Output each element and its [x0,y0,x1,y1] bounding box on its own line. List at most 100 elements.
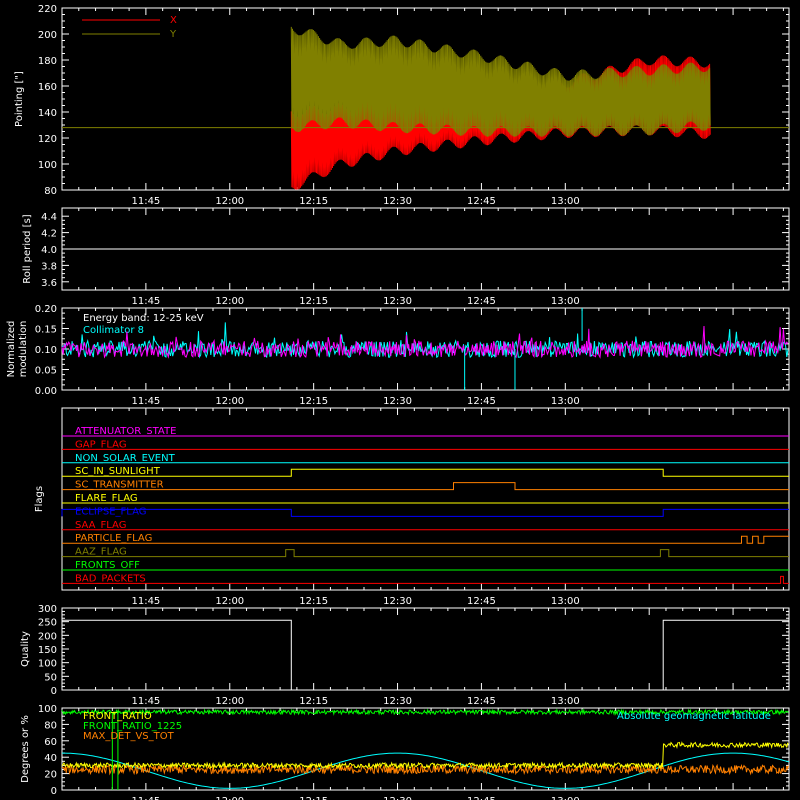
x-tick-label: 12:00 [215,696,244,707]
y-tick-label: 100 [38,704,57,715]
y-tick-label: 0.20 [35,304,57,315]
y-tick-label: 250 [38,618,57,629]
x-tick-label: 12:15 [299,296,328,307]
y-tick-label: 140 [38,108,57,119]
y-tick-label: 220 [38,4,57,15]
x-tick-label: 12:15 [299,396,328,407]
flags-ylabel: Flags [34,486,45,512]
y-tick-label: 0.10 [35,345,57,356]
flag-label: PARTICLE_FLAG [75,533,152,544]
legend-x-label: X [170,15,177,26]
x-tick-label: 11:45 [131,296,160,307]
collimator-annotation: Collimator 8 [83,325,144,336]
y-tick-label: 120 [38,134,57,145]
quality-series [62,619,789,691]
x-tick-label: 12:15 [299,796,328,800]
y-tick-label: 160 [38,82,57,93]
x-tick-label: 12:15 [299,596,328,607]
modulation-ylabel-1: Normalized [6,321,17,378]
flag-label: SAA_FLAG [75,520,126,531]
y-tick-label: 3.6 [41,278,57,289]
hessi-quicklook-chart: Pointing ["] X Y Roll period [s] Normali… [6,4,790,800]
flag-label: GAP_FLAG [75,439,127,450]
y-tick-label: 80 [44,720,57,731]
x-tick-label: 12:30 [383,196,412,207]
y-tick-label: 0.00 [35,386,57,397]
y-tick-label: 20 [44,770,57,781]
y-tick-label: 60 [44,737,57,748]
y-tick-label: 0 [51,686,57,697]
x-tick-label: 11:45 [131,196,160,207]
x-tick-label: 12:00 [215,396,244,407]
x-tick-label: 12:15 [299,696,328,707]
x-tick-label: 12:45 [467,796,496,800]
modulation-collimator-series [61,322,789,359]
flag-line [62,549,789,558]
x-tick-label: 13:00 [551,196,580,207]
y-tick-label: 4.2 [41,229,57,240]
y-tick-label: 0 [51,786,57,797]
x-tick-label: 12:30 [383,396,412,407]
y-tick-label: 80 [44,186,57,197]
flag-line [62,482,789,491]
x-tick-label: 12:15 [299,196,328,207]
x-tick-label: 13:00 [551,696,580,707]
x-tick-label: 11:45 [131,696,160,707]
y-tick-label: 180 [38,56,57,67]
roll-ylabel: Roll period [s] [22,214,33,283]
legend-y-label: Y [169,29,177,40]
ratios-legend: FRONT_RATIO FRONT_RATIO_1225 MAX_DET_VS_… [83,711,771,742]
x-tick-label: 13:00 [551,296,580,307]
x-tick-label: 12:30 [383,296,412,307]
y-tick-label: 150 [38,645,57,656]
x-tick-label: 12:30 [383,796,412,800]
flag-label: ECLIPSE_FLAG [75,506,146,517]
x-tick-label: 12:30 [383,596,412,607]
max-det-vs-tot-series [61,763,789,776]
y-tick-label: 0.05 [35,366,57,377]
x-tick-label: 11:45 [131,396,160,407]
y-tick-label: 200 [38,30,57,41]
x-tick-label: 12:00 [215,596,244,607]
x-tick-label: 12:00 [215,196,244,207]
x-tick-label: 11:45 [131,596,160,607]
y-tick-label: 100 [38,160,57,171]
energy-band-annotation: Energy band: 12-25 keV [83,313,204,324]
flag-label: FRONTS_OFF [75,560,140,571]
y-tick-label: 200 [38,631,57,642]
y-tick-label: 0.15 [35,325,57,336]
flag-label: SC_IN_SUNLIGHT [75,466,161,477]
y-tick-label: 3.8 [41,261,57,272]
ratios-ylabel: Degrees or % [20,715,31,783]
x-tick-label: 12:00 [215,296,244,307]
x-tick-label: 12:45 [467,596,496,607]
x-tick-label: 12:45 [467,696,496,707]
legend-geomag-lat: Absolute geomagnetic latitude [617,711,771,722]
x-tick-label: 12:00 [215,796,244,800]
x-tick-label: 12:30 [383,696,412,707]
flag-label: ATTENUATOR_STATE [75,426,176,437]
legend-max-det: MAX_DET_VS_TOT [83,731,175,742]
x-tick-label: 11:45 [131,796,160,800]
flag-label: FLARE_FLAG [75,493,138,504]
y-tick-label: 40 [44,753,57,764]
y-tick-label: 4.4 [41,212,57,223]
flag-line [62,468,789,477]
flag-line [61,508,789,517]
flag-label: AAZ_FLAG [75,547,127,558]
y-tick-label: 4.0 [41,245,57,256]
flag-label: BAD_PACKETS [75,573,146,584]
flag-label: SC_TRANSMITTER [75,480,164,491]
y-tick-label: 100 [38,659,57,670]
flag-label: NON_SOLAR_EVENT [75,453,176,464]
x-tick-label: 12:45 [467,396,496,407]
modulation-ylabel-2: modulation [18,321,29,378]
quality-ylabel: Quality [20,631,31,667]
x-tick-label: 12:45 [467,296,496,307]
x-tick-label: 13:00 [551,596,580,607]
pointing-y-series [290,26,711,137]
flag-line [62,575,789,584]
pointing-ylabel: Pointing ["] [14,71,25,127]
y-tick-label: 300 [38,604,57,615]
x-tick-label: 12:45 [467,196,496,207]
